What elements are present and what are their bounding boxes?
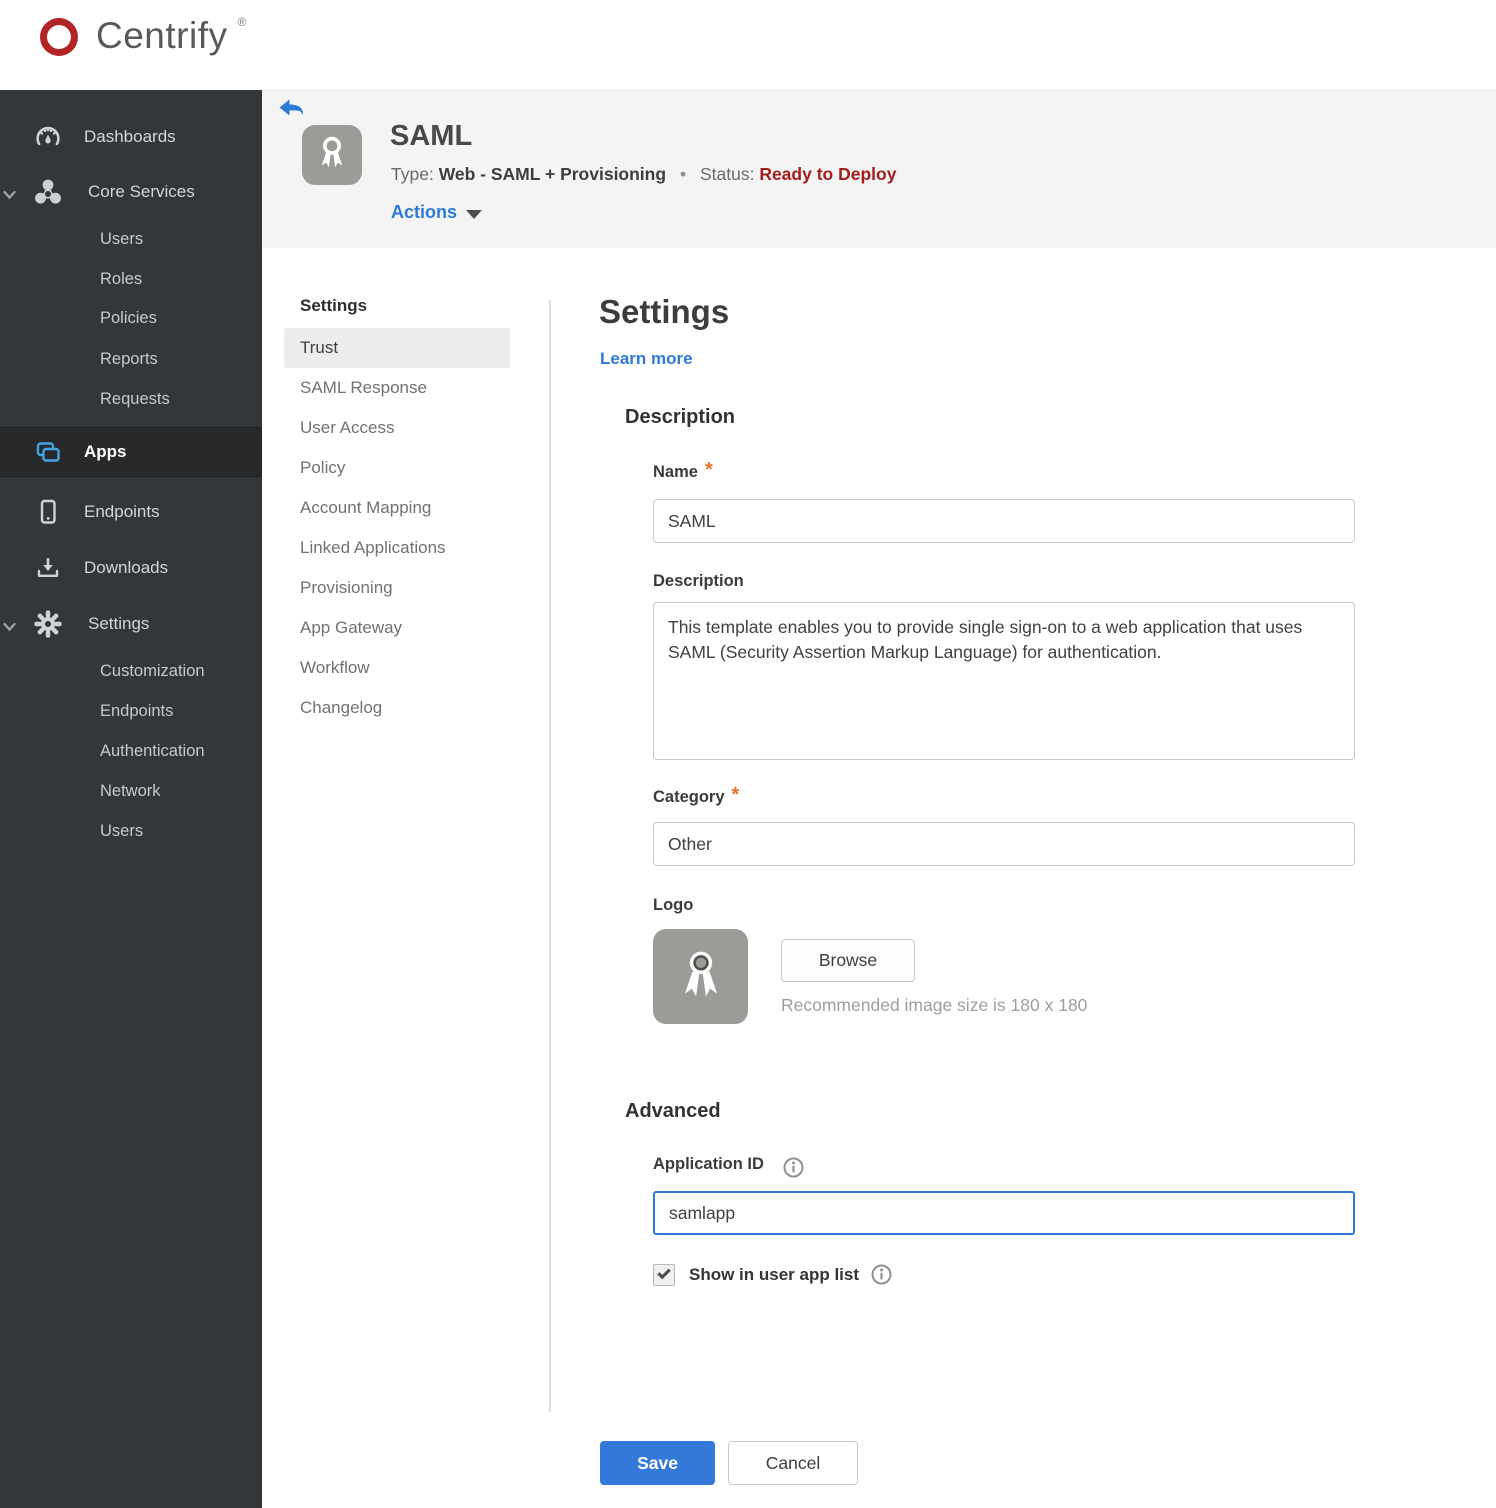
learn-more-link[interactable]: Learn more xyxy=(600,349,693,369)
page-header: SAML Type: Web - SAML + Provisioning • S… xyxy=(262,90,1496,248)
description-section-heading: Description xyxy=(625,406,736,428)
top-bar: Centrify ® xyxy=(0,0,1496,90)
description-field-label: Description xyxy=(653,572,744,590)
category-input[interactable] xyxy=(653,822,1355,866)
form-title: Settings xyxy=(599,293,730,330)
apps-icon xyxy=(33,437,63,467)
caret-down-icon xyxy=(466,209,483,219)
chevron-down-icon xyxy=(3,187,16,205)
ribbon-award-icon xyxy=(673,944,729,1009)
sidebar-item-downloads[interactable]: Downloads xyxy=(0,545,262,591)
centrify-logo-icon xyxy=(40,18,78,56)
centrify-brand: Centrify ® xyxy=(34,8,246,64)
sidebar: Dashboards Core Services Users Roles Pol… xyxy=(0,90,262,1508)
sidebar-item-dashboards[interactable]: Dashboards xyxy=(0,114,262,160)
actions-dropdown[interactable]: Actions xyxy=(391,202,483,223)
type-label: Type: xyxy=(391,164,434,184)
required-asterisk: * xyxy=(731,784,740,806)
subnav-item-workflow[interactable]: Workflow xyxy=(284,648,510,688)
logo-preview xyxy=(653,929,748,1024)
logo-field-label: Logo xyxy=(653,896,694,914)
description-textarea[interactable]: This template enables you to provide sin… xyxy=(653,602,1355,760)
app-logo-tile xyxy=(302,125,362,185)
name-field-label: Name * xyxy=(653,459,713,481)
gauge-icon xyxy=(33,122,63,152)
subnav-item-linked-applications[interactable]: Linked Applications xyxy=(284,528,510,568)
subnav-item-provisioning[interactable]: Provisioning xyxy=(284,568,510,608)
subnav-item-changelog[interactable]: Changelog xyxy=(284,688,510,728)
chevron-down-icon xyxy=(3,619,16,637)
sidebar-item-policies[interactable]: Policies xyxy=(0,295,262,341)
name-input[interactable] xyxy=(653,499,1355,543)
vertical-divider xyxy=(549,300,551,1412)
subnav-item-user-access[interactable]: User Access xyxy=(284,408,510,448)
info-icon[interactable] xyxy=(871,1264,892,1290)
subnav-item-app-gateway[interactable]: App Gateway xyxy=(284,608,510,648)
app-meta: Type: Web - SAML + Provisioning • Status… xyxy=(391,164,896,185)
type-value: Web - SAML + Provisioning xyxy=(438,164,667,184)
ribbon-award-icon xyxy=(314,134,350,177)
show-in-user-app-list-row: Show in user app list xyxy=(653,1262,892,1288)
checkmark-icon xyxy=(657,1265,671,1280)
brand-trademark: ® xyxy=(237,15,247,29)
advanced-section-heading: Advanced xyxy=(625,1100,721,1122)
browse-button[interactable]: Browse xyxy=(781,939,915,982)
sidebar-item-requests[interactable]: Requests xyxy=(0,376,262,422)
save-button[interactable]: Save xyxy=(600,1441,715,1485)
sidebar-item-settings-users[interactable]: Users xyxy=(0,808,262,854)
status-value: Ready to Deploy xyxy=(759,164,897,184)
application-id-input[interactable] xyxy=(653,1191,1355,1235)
meta-separator: • xyxy=(679,164,687,184)
back-arrow-icon xyxy=(278,99,304,123)
sidebar-item-apps[interactable]: Apps xyxy=(0,427,262,477)
back-button[interactable] xyxy=(278,98,304,120)
sidebar-item-settings[interactable]: Settings xyxy=(0,601,262,647)
sidebar-item-core-services[interactable]: Core Services xyxy=(0,169,262,215)
show-in-user-app-list-checkbox[interactable] xyxy=(653,1264,675,1286)
gear-icon xyxy=(33,609,63,639)
logo-size-hint: Recommended image size is 180 x 180 xyxy=(781,995,1088,1015)
subnav-item-account-mapping[interactable]: Account Mapping xyxy=(284,488,510,528)
subnav-header: Settings xyxy=(300,296,368,315)
subnav-item-trust[interactable]: Trust xyxy=(284,328,510,368)
subnav-item-saml-response[interactable]: SAML Response xyxy=(284,368,510,408)
actions-label: Actions xyxy=(391,202,458,222)
brand-name: Centrify xyxy=(96,15,228,56)
subnav: Trust SAML Response User Access Policy A… xyxy=(284,328,510,728)
app-root: Centrify ® Dashboards Core Services User… xyxy=(0,0,1496,1508)
category-field-label: Category * xyxy=(653,784,740,806)
show-in-user-app-list-label: Show in user app list xyxy=(689,1265,860,1284)
page-title: SAML xyxy=(390,120,473,152)
device-icon xyxy=(33,497,63,527)
status-label: Status: xyxy=(699,164,755,184)
required-asterisk: * xyxy=(704,459,713,481)
download-icon xyxy=(33,553,63,583)
application-id-label: Application ID xyxy=(653,1155,804,1181)
cancel-button[interactable]: Cancel xyxy=(728,1441,858,1485)
info-icon[interactable] xyxy=(783,1157,804,1183)
subnav-item-policy[interactable]: Policy xyxy=(284,448,510,488)
sidebar-item-endpoints[interactable]: Endpoints xyxy=(0,489,262,535)
core-services-icon xyxy=(33,177,63,207)
